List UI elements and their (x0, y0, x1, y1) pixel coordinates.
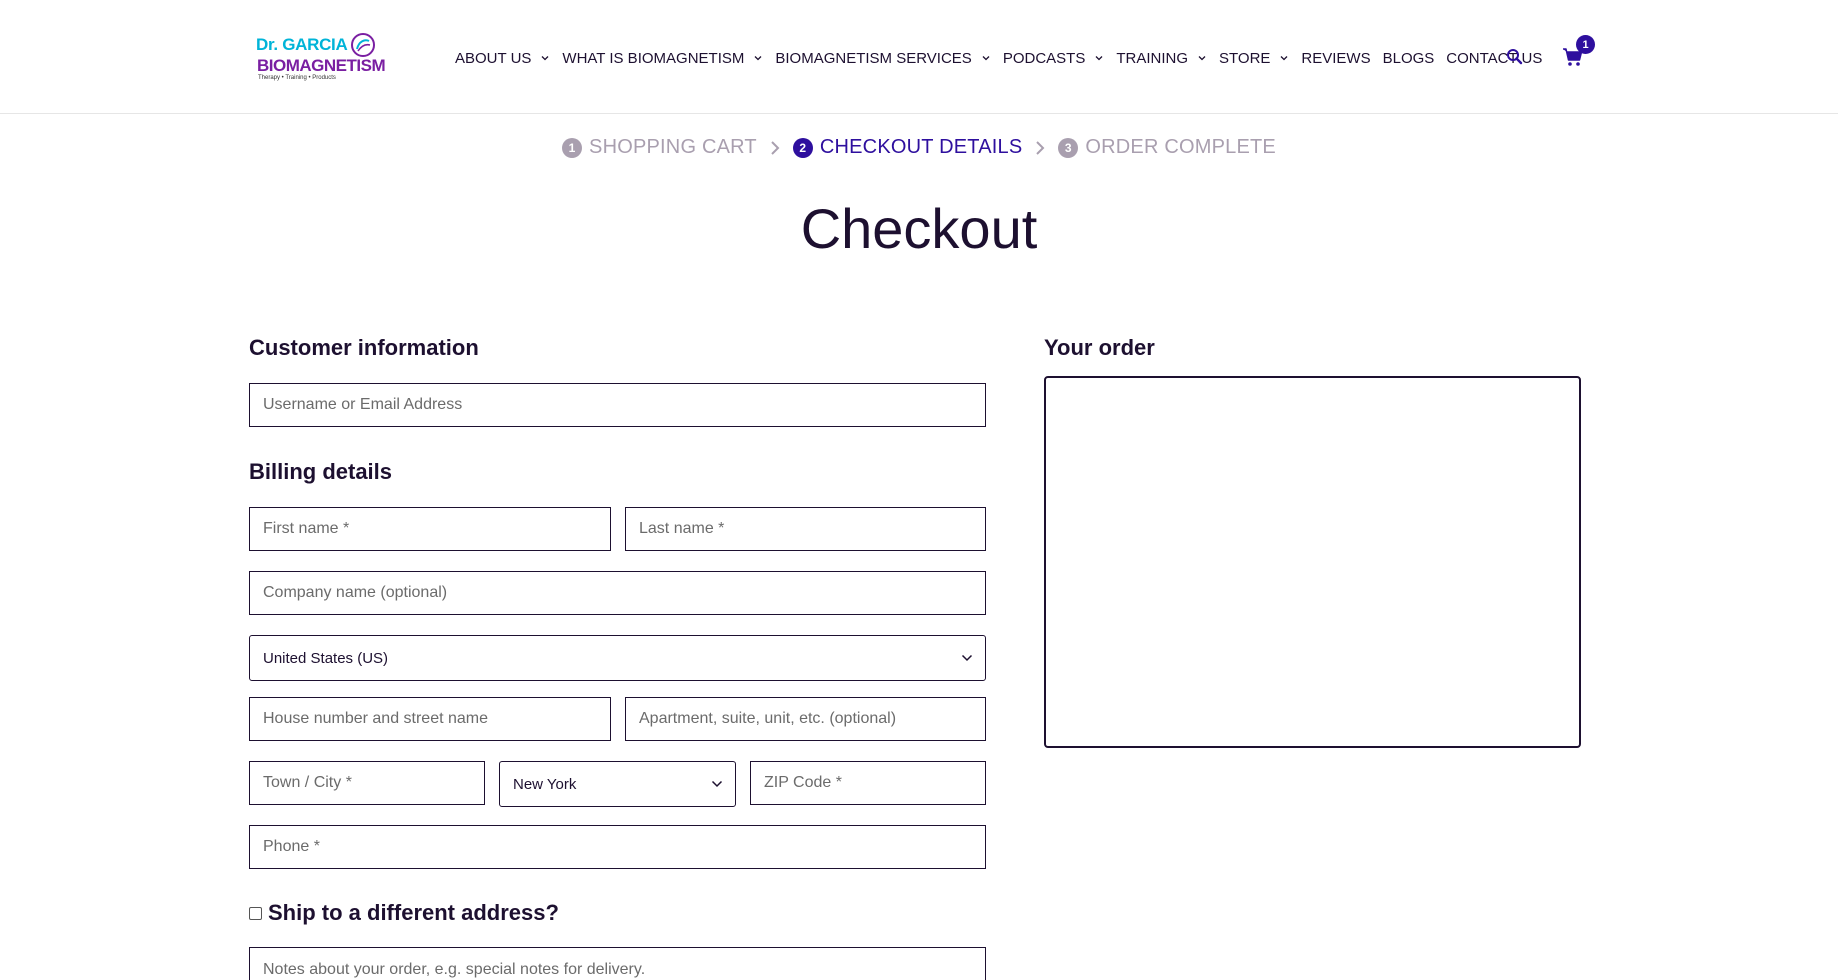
ship-different-address-label[interactable]: Ship to a different address? (268, 900, 559, 926)
step-order-complete: 3 ORDER COMPLETE (1058, 136, 1276, 159)
last-name-input[interactable] (626, 508, 985, 550)
nav-what-is-biomagnetism[interactable]: WHAT IS BIOMAGNETISM (562, 50, 763, 67)
checkout-steps: 1 SHOPPING CART 2 CHECKOUT DETAILS 3 ORD… (0, 136, 1838, 159)
logo-biomagnetism: BIOMAGNETISM (257, 56, 386, 75)
chevron-down-icon (754, 56, 762, 61)
street-address-field[interactable] (249, 697, 611, 741)
logo-dr: Dr. (256, 35, 283, 54)
username-email-input[interactable] (250, 384, 985, 426)
state-select-value: New York (513, 775, 577, 793)
step-label: CHECKOUT DETAILS (819, 136, 1023, 158)
step-label: ORDER COMPLETE (1085, 136, 1276, 158)
logo-garcia: GARCIA (282, 35, 348, 54)
logo-line-1: Dr. GARCIA (256, 35, 348, 55)
order-notes-field[interactable] (249, 947, 986, 980)
first-name-input[interactable] (250, 508, 610, 550)
billing-details-heading: Billing details (249, 459, 393, 484)
step-number: 1 (562, 137, 583, 158)
nav-label: WHAT IS BIOMAGNETISM (562, 49, 745, 67)
phone-input[interactable] (250, 826, 985, 868)
city-field[interactable] (249, 761, 485, 805)
ship-different-address-checkbox[interactable] (249, 906, 262, 920)
your-order-heading: Your order (1044, 335, 1155, 360)
first-name-field[interactable] (249, 507, 611, 551)
chevron-right-icon (1036, 140, 1045, 155)
chevron-down-icon (1198, 56, 1206, 61)
nav-training[interactable]: TRAINING (1116, 50, 1207, 67)
chevron-down-icon (541, 56, 549, 61)
step-number: 2 (792, 137, 813, 158)
nav-label: REVIEWS (1301, 49, 1371, 67)
apartment-input[interactable] (626, 698, 985, 740)
nav-contact-us[interactable]: CONTACT US (1446, 50, 1542, 67)
chevron-down-icon (1280, 56, 1288, 61)
nav-label: CONTACT US (1446, 49, 1543, 67)
nav-biomagnetism-services[interactable]: BIOMAGNETISM SERVICES (775, 50, 990, 67)
main-nav: ABOUT US WHAT IS BIOMAGNETISM BIOMAGNETI… (455, 48, 1554, 68)
state-select[interactable]: New York (499, 761, 736, 807)
nav-about-us[interactable]: ABOUT US (455, 50, 550, 67)
chevron-down-icon (1095, 56, 1103, 61)
order-notes-input[interactable] (250, 948, 985, 980)
nav-label: ABOUT US (455, 49, 532, 67)
logo-tagline: Therapy • Training • Products (258, 75, 336, 81)
country-select-value: United States (US) (263, 649, 389, 667)
search-icon[interactable] (1505, 47, 1525, 67)
step-label: SHOPPING CART (589, 136, 757, 158)
page-title: Checkout (800, 197, 1038, 260)
site-header: Dr. GARCIA BIOMAGNETISM Therapy • Traini… (0, 0, 1838, 114)
site-logo[interactable]: Dr. GARCIA BIOMAGNETISM Therapy • Traini… (254, 32, 390, 84)
chevron-right-icon (771, 140, 780, 155)
nav-label: BIOMAGNETISM SERVICES (775, 49, 972, 67)
ship-different-address-row: Ship to a different address? (249, 900, 559, 926)
nav-label: BLOGS (1382, 49, 1435, 67)
zip-code-input[interactable] (751, 762, 985, 804)
cart-count-badge: 1 (1576, 35, 1595, 54)
nav-blogs[interactable]: BLOGS (1383, 50, 1435, 67)
step-number: 3 (1058, 137, 1079, 158)
nav-reviews[interactable]: REVIEWS (1301, 50, 1370, 67)
username-email-field[interactable] (249, 383, 986, 427)
order-review-panel (1044, 376, 1581, 748)
nav-podcasts[interactable]: PODCASTS (1003, 50, 1105, 67)
nav-label: STORE (1219, 49, 1271, 67)
phone-field[interactable] (249, 825, 986, 869)
logo-swirl-icon (351, 33, 375, 57)
nav-label: PODCASTS (1002, 49, 1086, 67)
company-name-input[interactable] (250, 572, 985, 614)
chevron-down-icon (711, 780, 723, 788)
street-address-input[interactable] (250, 698, 610, 740)
nav-store[interactable]: STORE (1219, 50, 1289, 67)
company-name-field[interactable] (249, 571, 986, 615)
step-checkout-details[interactable]: 2 CHECKOUT DETAILS (792, 136, 1023, 159)
zip-code-field[interactable] (750, 761, 986, 805)
customer-information-heading: Customer information (249, 335, 479, 360)
last-name-field[interactable] (625, 507, 986, 551)
nav-label: TRAINING (1116, 49, 1188, 67)
country-select[interactable]: United States (US) (249, 635, 986, 681)
chevron-down-icon (982, 56, 990, 61)
chevron-down-icon (961, 654, 973, 662)
step-shopping-cart[interactable]: 1 SHOPPING CART (562, 136, 757, 159)
apartment-field[interactable] (625, 697, 986, 741)
city-input[interactable] (250, 762, 484, 804)
